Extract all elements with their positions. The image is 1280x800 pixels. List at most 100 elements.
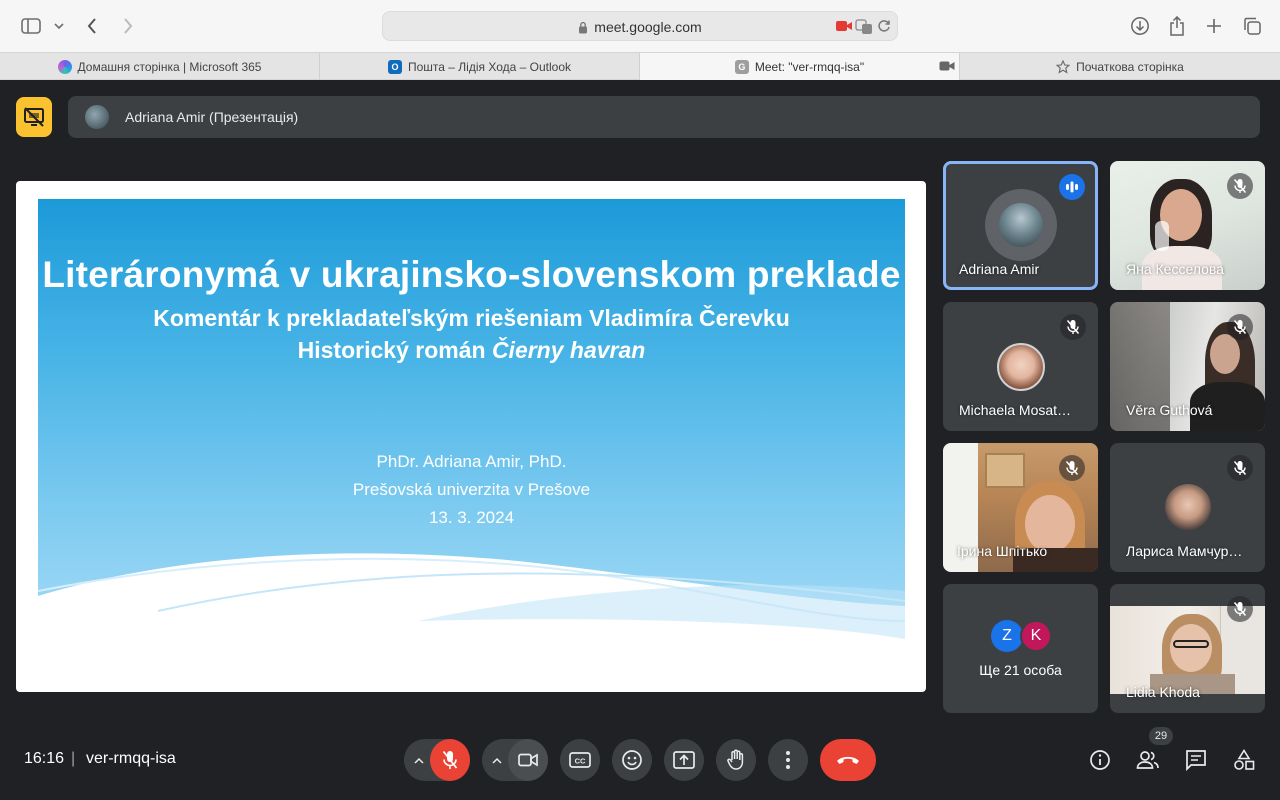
mic-off-icon (1059, 455, 1085, 481)
translate-icon[interactable] (855, 19, 873, 35)
separator: | (71, 750, 76, 767)
presentation-slide: Literáronymá v ukrajinsko-slovenskom pre… (16, 181, 926, 692)
participant-tile[interactable]: Věra Guthová (1110, 302, 1265, 431)
svg-text:CC: CC (575, 757, 586, 766)
tab-label: Початкова сторінка (1076, 59, 1184, 74)
slide-wave-decoration (38, 553, 905, 691)
tab-label: Meet: "ver-rmqq-isa" (754, 59, 865, 74)
new-tab-icon[interactable] (1204, 12, 1224, 40)
slide-subtitle-italic: Čierny havran (491, 337, 646, 363)
slide-university: Prešovská univerzita v Prešove (352, 480, 591, 499)
stop-presenting-button[interactable] (16, 97, 52, 137)
speaking-indicator-icon (1059, 174, 1085, 200)
participant-name: Яна Кесселова (1126, 261, 1224, 277)
mic-off-icon (442, 750, 458, 769)
avatar (984, 189, 1057, 261)
mic-options-chevron-icon[interactable] (414, 757, 424, 764)
slide-title: Literáronymá v ukrajinsko-slovenskom pre… (42, 254, 901, 295)
participant-tile[interactable]: Лариса Мамчур… (1110, 443, 1265, 572)
slide-author: PhDr. Adriana Amir, PhD. (376, 452, 567, 471)
avatar (996, 343, 1045, 391)
downloads-icon[interactable] (1129, 12, 1151, 40)
more-vert-icon (786, 751, 790, 769)
sidebar-toggle-icon[interactable] (20, 12, 42, 40)
slide-subtitle-novel: Historický román Čierny havran (38, 337, 905, 364)
reload-icon[interactable] (877, 19, 891, 33)
tab-outlook[interactable]: O Пошта – Лідія Хода – Outlook (320, 53, 640, 80)
others-count-label: Ще 21 особа (979, 662, 1062, 678)
camera-options-chevron-icon[interactable] (492, 757, 502, 764)
present-screen-icon (673, 751, 695, 769)
participant-tile[interactable]: Adriana Amir (943, 161, 1098, 290)
address-bar[interactable]: meet.google.com (382, 11, 898, 41)
url-text: meet.google.com (594, 19, 702, 35)
lock-icon (578, 21, 588, 34)
microsoft365-icon (57, 59, 72, 74)
leave-call-button[interactable] (820, 739, 876, 781)
presenter-label: Adriana Amir (Презентація) (125, 109, 299, 125)
forward-icon[interactable] (120, 12, 136, 40)
present-off-icon (24, 107, 44, 127)
participant-name: Michaela Mosat… (959, 402, 1072, 418)
people-icon[interactable] (1136, 748, 1160, 772)
slide-subtitle: Komentár k prekladateľským riešeniam Vla… (153, 305, 790, 331)
meeting-code: ver-rmqq-isa (86, 750, 176, 767)
participant-tile[interactable]: Lidia Khoda (1110, 584, 1265, 713)
avatar: Z (991, 620, 1023, 652)
camera-toggle-button[interactable] (508, 739, 548, 781)
tab-label: Домашня сторінка | Microsoft 365 (77, 59, 262, 74)
captions-button[interactable]: CC (560, 739, 600, 781)
mic-toggle-button[interactable] (430, 739, 470, 781)
reactions-button[interactable] (612, 739, 652, 781)
others-tile[interactable]: Z K Ще 21 особа (943, 584, 1098, 713)
avatar: K (1020, 620, 1052, 652)
browser-toolbar: meet.google.com (0, 0, 1280, 52)
participant-name: Věra Guthová (1126, 402, 1213, 418)
outlook-icon: O (388, 59, 402, 74)
meeting-info-icon[interactable] (1088, 748, 1112, 772)
camera-recording-icon[interactable] (835, 19, 853, 33)
avatar (85, 105, 109, 129)
captions-icon: CC (569, 752, 591, 768)
participant-tile[interactable]: Ірина Шпітько (943, 443, 1098, 572)
avatar (1164, 484, 1211, 530)
participant-tile[interactable]: Michaela Mosat… (943, 302, 1098, 431)
participant-name: Ірина Шпітько (957, 543, 1048, 559)
meeting-time: 16:16 (24, 750, 65, 767)
mic-off-icon (1227, 455, 1253, 481)
chat-icon[interactable] (1184, 748, 1208, 772)
star-icon (1056, 59, 1071, 74)
back-icon[interactable] (84, 12, 100, 40)
camera-icon (518, 753, 538, 767)
tab-start-page[interactable]: Початкова сторінка (960, 53, 1280, 80)
hand-icon (727, 749, 744, 770)
tab-label: Пошта – Лідія Хода – Outlook (408, 59, 571, 74)
people-count-badge: 29 (1149, 727, 1173, 745)
share-icon[interactable] (1167, 12, 1187, 40)
present-screen-button[interactable] (664, 739, 704, 781)
emoji-icon (622, 750, 642, 770)
more-options-button[interactable] (768, 739, 808, 781)
slide-date: 13. 3. 2024 (428, 508, 515, 527)
activities-icon[interactable] (1232, 748, 1256, 772)
participant-name: Adriana Amir (959, 261, 1040, 277)
tab-bar: Домашня сторінка | Microsoft 365 O Пошта… (0, 52, 1280, 80)
meet-app: Adriana Amir (Презентація) Literáronymá … (0, 80, 1280, 800)
tab-meet[interactable]: G Meet: "ver-rmqq-isa" (640, 53, 960, 80)
presenter-bar: Adriana Amir (Презентація) (68, 96, 1260, 138)
mic-off-icon (1227, 314, 1253, 340)
participant-name: Лариса Мамчур… (1126, 543, 1243, 559)
camera-icon (939, 60, 955, 72)
raise-hand-button[interactable] (716, 739, 756, 781)
tab-overview-icon[interactable] (1241, 12, 1263, 40)
mic-off-icon (1227, 173, 1253, 199)
participant-name: Lidia Khoda (1126, 684, 1200, 700)
mic-off-icon (1060, 314, 1086, 340)
participant-tile[interactable]: Яна Кесселова (1110, 161, 1265, 290)
slide-subtitle-plain: Historický román (297, 337, 492, 363)
tab-microsoft365[interactable]: Домашня сторінка | Microsoft 365 (0, 53, 320, 80)
hang-up-icon (837, 756, 859, 764)
chevron-down-icon[interactable] (52, 12, 66, 40)
mic-off-icon (1227, 596, 1253, 622)
google-icon: G (734, 59, 749, 74)
